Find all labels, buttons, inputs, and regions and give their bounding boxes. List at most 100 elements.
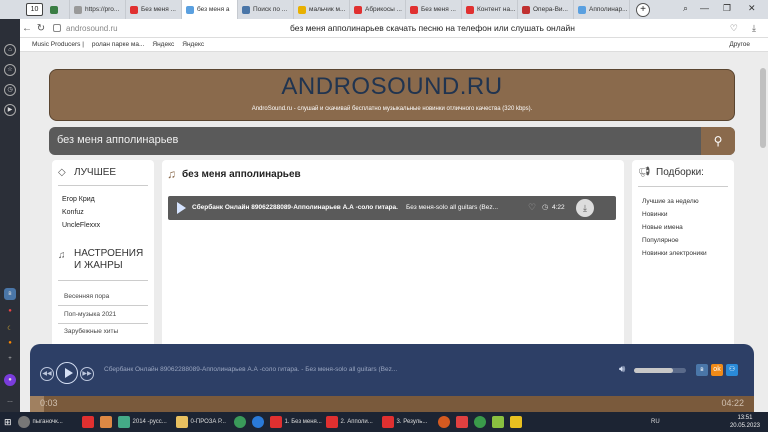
minimize-button[interactable]: — [700,3,709,13]
more-sidebar-icon[interactable]: … [4,396,16,408]
bookmark-music-producers[interactable]: Music Producers | [32,41,84,48]
tab-favicon-icon [354,5,362,14]
megaphone-icon: 📢︎ [638,167,651,178]
aria-sidebar-icon[interactable]: ● [4,374,16,386]
tab-favicon-icon [298,5,306,14]
taskbar-app[interactable] [231,413,249,431]
play-button[interactable] [56,362,78,384]
taskbar-ie[interactable] [249,413,267,431]
taskbar-item[interactable]: 2014 -русс... [115,413,173,431]
tab-label: без меня a [197,6,230,13]
collection-item[interactable]: Новинки [642,211,667,218]
track-row[interactable]: Сбербанк Онлайн 89062288089-Апполинарьев… [168,196,616,220]
collection-item[interactable]: Популярное [642,237,679,244]
ok-sidebar-icon[interactable]: ● [4,338,16,350]
bookmark-rolan[interactable]: ролан парке ма... [92,41,144,48]
browser-tab[interactable]: Опера-Ви... [518,0,574,19]
app-icon [491,416,504,428]
track-play-icon[interactable] [177,202,186,214]
sidebar-history-icon[interactable]: ◷ [4,84,16,96]
taskbar-app[interactable] [453,413,471,431]
add-sidebar-icon[interactable]: + [4,354,16,366]
moon-sidebar-icon[interactable]: ☾ [4,324,16,336]
vk-sidebar-icon[interactable]: в [4,288,16,300]
taskbar-item[interactable]: 2. Апполи... [323,413,379,431]
search-button[interactable]: ⚲ [701,127,735,155]
taskbar-chrome[interactable] [471,413,489,431]
vk-share-icon[interactable]: в [696,364,708,376]
player-progress-bar[interactable]: 0:03 04:22 [30,396,754,412]
search-tabs-icon[interactable]: ⌕ [683,3,688,14]
browser-tab[interactable]: Апполинар... [574,0,630,19]
best-item[interactable]: UncleFlexxx [62,222,100,229]
taskbar-item[interactable]: 3. Резуль... [379,413,435,431]
volume-slider[interactable] [634,368,686,373]
browser-tab[interactable]: Абрикосы ... [350,0,406,19]
browser-tab[interactable] [46,0,70,19]
best-item[interactable]: Konfuz [62,209,84,216]
site-logo[interactable]: ANDROSOUND.RU [50,73,734,101]
sidebar-speed-dial-icon[interactable]: ⌂ [4,44,16,56]
browser-tab[interactable]: https://pro... [70,0,126,19]
search-input[interactable]: без меня апполинарьев [57,134,178,146]
sidebar-workspace-icon[interactable]: ▶ [4,104,16,116]
like-icon[interactable]: ♡ [528,202,536,213]
best-item[interactable]: Егор Крид [62,196,95,203]
taskbar-yandex[interactable] [79,413,97,431]
yandex-icon [381,416,394,428]
other-bookmarks[interactable]: Другое [729,41,750,48]
music-note-icon: ♫ [167,167,176,181]
volume-icon[interactable]: 🔊︎ [619,364,625,375]
mood-item[interactable]: Весенняя пора [64,293,109,300]
taskbar-item[interactable]: 1. Без меня... [267,413,323,431]
clock[interactable]: 13:51 20.05.2023 [730,414,760,430]
taskbar-app[interactable] [489,413,507,431]
start-button[interactable]: ⊞ [0,413,15,431]
red-sidebar-icon[interactable]: ● [4,306,16,318]
browser-tab[interactable]: Без меня ... [406,0,462,19]
language-indicator[interactable]: RU [648,413,663,431]
next-button[interactable]: ▶▶ [80,367,94,381]
mood-item[interactable]: Зарубежные хиты [64,328,118,335]
taskbar-app-user[interactable]: пыганочк... [15,413,79,431]
taskbar-item[interactable]: 0-ПРОЗА Р... [173,413,231,431]
lock-icon[interactable] [53,24,61,32]
mood-item[interactable]: Поп-музыка 2021 [64,311,116,318]
browser-tab[interactable]: Поиск по ... [238,0,294,19]
taskbar-gallery[interactable] [97,413,115,431]
collection-item[interactable]: Новые имена [642,224,683,231]
ie-icon [251,416,264,428]
collection-item[interactable]: Новинки электроники [642,250,707,257]
browser-tab[interactable]: без меня a [182,0,238,19]
browser-tab[interactable]: Контент на... [462,0,518,19]
reload-button[interactable]: ↻ [34,23,48,34]
page-scrollbar[interactable] [760,68,766,148]
play-icon [65,368,73,378]
new-tab-button[interactable]: + [636,2,650,17]
ok-share-icon[interactable]: ok [711,364,723,376]
browser-tab[interactable]: мальчик м... [294,0,350,19]
prev-button[interactable]: ◀◀ [40,367,54,381]
collection-item[interactable]: Лучшие за неделю [642,198,699,205]
download-icon[interactable]: ⤓ [752,23,756,34]
bookmark-star-icon[interactable]: ♡ [730,23,738,34]
clock-time: 13:51 [737,415,753,421]
share-icon[interactable]: ⚇ [726,364,738,376]
sidebar-bookmarks-icon[interactable]: ☆ [4,64,16,76]
player-track-info: Сбербанк Онлайн 89062288089-Апполинарьев… [104,366,398,373]
bookmark-yandex-1[interactable]: Яндекс [152,41,174,48]
back-button[interactable]: ← [20,23,34,34]
bookmarks-bar: Music Producers | ролан парке ма... Янде… [20,38,768,52]
url-field[interactable]: androsound.ru [66,24,118,33]
close-window-button[interactable]: ✕ [748,3,756,14]
taskbar-app[interactable] [507,413,525,431]
app-icon [437,416,450,428]
tab-favicon-icon [522,5,530,14]
tab-count[interactable]: 10 [26,3,43,16]
taskbar-app[interactable] [435,413,453,431]
bookmark-yandex-2[interactable]: Яндекс [182,41,204,48]
avatar [17,416,30,428]
download-track-button[interactable]: ⤓ [576,199,594,217]
maximize-button[interactable]: ❐ [723,3,731,14]
browser-tab[interactable]: Без меня ... [126,0,182,19]
